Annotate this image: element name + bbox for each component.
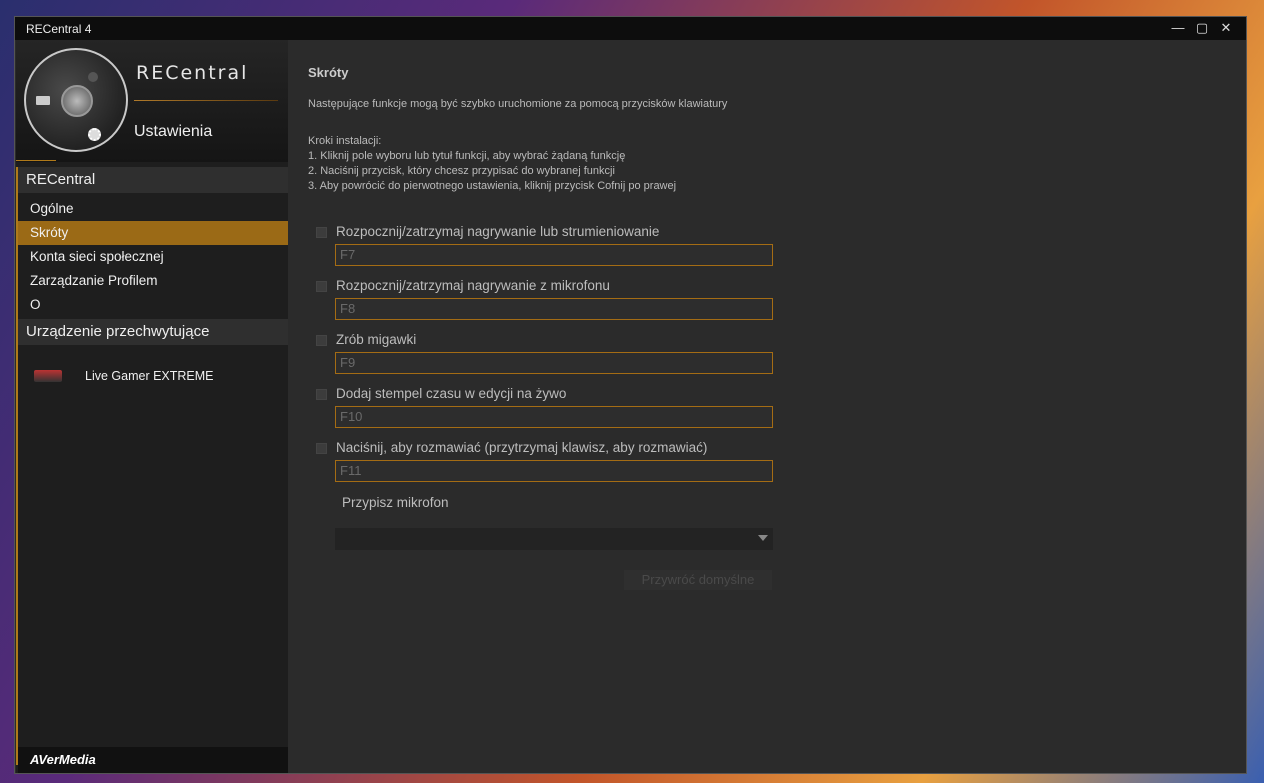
- shortcut-label-record-mic[interactable]: Rozpocznij/zatrzymaj nagrywanie z mikrof…: [336, 278, 610, 293]
- sidebar-item-skroty[interactable]: Skróty: [18, 221, 288, 245]
- checkbox-record-mic[interactable]: [316, 281, 327, 292]
- sidebar-item-ogolne[interactable]: Ogólne: [18, 197, 288, 221]
- step-2: 2. Naciśnij przycisk, który chcesz przyp…: [308, 165, 615, 177]
- aperture-icon: [61, 85, 93, 117]
- title-bar: RECentral 4 — ▢ ✕: [15, 17, 1246, 40]
- app-window: RECentral 4 — ▢ ✕ RECentral Ustawienia R…: [14, 16, 1247, 774]
- gear-icon[interactable]: [88, 128, 101, 141]
- checkbox-push-to-talk[interactable]: [316, 443, 327, 454]
- sidebar-item-o[interactable]: O: [18, 293, 288, 317]
- section-recentral: RECentral: [18, 167, 288, 193]
- shortcut-label-record-stream[interactable]: Rozpocznij/zatrzymaj nagrywanie lub stru…: [336, 224, 659, 239]
- accent-line: [16, 160, 56, 161]
- chevron-down-icon[interactable]: [758, 535, 768, 541]
- window-title: RECentral 4: [26, 22, 92, 36]
- sidebar-header-title: Ustawienia: [134, 123, 213, 140]
- maximize-icon[interactable]: ▢: [1191, 19, 1213, 37]
- shortcut-label-snapshot[interactable]: Zrób migawki: [336, 332, 416, 347]
- shortcut-label-timestamp[interactable]: Dodaj stempel czasu w edycji na żywo: [336, 386, 566, 401]
- device-item[interactable]: Live Gamer EXTREME: [18, 362, 288, 390]
- sidebar-header: RECentral Ustawienia: [16, 40, 288, 162]
- step-3: 3. Aby powrócić do pierwotnego ustawieni…: [308, 180, 677, 192]
- section-devices: Urządzenie przechwytujące: [18, 319, 288, 345]
- sidebar-item-konta[interactable]: Konta sieci społecznej: [18, 245, 288, 269]
- minimize-icon[interactable]: —: [1167, 19, 1189, 37]
- steps-title: Kroki instalacji:: [308, 135, 382, 147]
- key-field-record-stream[interactable]: F7: [335, 244, 773, 266]
- key-field-push-to-talk[interactable]: F11: [335, 460, 773, 482]
- sidebar: RECentral Ustawienia RECentral Ogólne Sk…: [16, 40, 288, 773]
- device-label: Live Gamer EXTREME: [85, 369, 214, 383]
- folder-icon[interactable]: [36, 96, 50, 105]
- page-title: Skróty: [308, 65, 349, 80]
- capture-device-icon: [34, 370, 62, 382]
- key-field-record-mic[interactable]: F8: [335, 298, 773, 320]
- main-panel: Skróty Następujące funkcje mogą być szyb…: [288, 40, 1246, 773]
- checkbox-record-stream[interactable]: [316, 227, 327, 238]
- step-1: 1. Kliknij pole wyboru lub tytuł funkcji…: [308, 150, 626, 162]
- assign-mic-select[interactable]: [335, 528, 773, 550]
- key-field-timestamp[interactable]: F10: [335, 406, 773, 428]
- disc-dot-icon: [88, 72, 98, 82]
- intro-text: Następujące funkcje mogą być szybko uruc…: [308, 98, 728, 110]
- assign-mic-label: Przypisz mikrofon: [342, 495, 449, 510]
- checkbox-snapshot[interactable]: [316, 335, 327, 346]
- checkbox-timestamp[interactable]: [316, 389, 327, 400]
- close-icon[interactable]: ✕: [1215, 19, 1237, 37]
- brand-divider: [134, 100, 278, 101]
- avermedia-logo: AVerMedia: [18, 747, 288, 773]
- app-logo: [24, 48, 128, 152]
- shortcut-label-push-to-talk[interactable]: Naciśnij, aby rozmawiać (przytrzymaj kla…: [336, 440, 707, 455]
- brand-name: RECentral: [136, 62, 249, 84]
- sidebar-item-profil[interactable]: Zarządzanie Profilem: [18, 269, 288, 293]
- key-field-snapshot[interactable]: F9: [335, 352, 773, 374]
- steps-block: Kroki instalacji: 1. Kliknij pole wyboru…: [308, 134, 676, 194]
- reset-defaults-button[interactable]: Przywróć domyślne: [624, 570, 772, 590]
